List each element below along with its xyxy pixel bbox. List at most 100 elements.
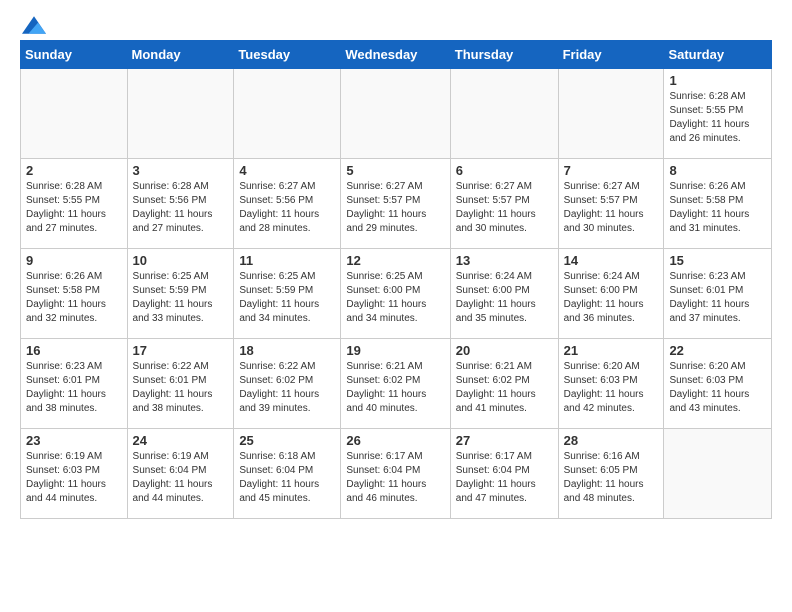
- calendar-day-cell: 28 Sunrise: 6:16 AM Sunset: 6:05 PM Dayli…: [558, 429, 664, 519]
- day-info: Sunrise: 6:18 AM Sunset: 6:04 PM Dayligh…: [239, 450, 335, 506]
- calendar-week-row: 23 Sunrise: 6:19 AM Sunset: 6:03 PM Dayli…: [21, 429, 772, 519]
- day-info: Sunrise: 6:27 AM Sunset: 5:57 PM Dayligh…: [346, 180, 444, 236]
- day-info: Sunrise: 6:24 AM Sunset: 6:00 PM Dayligh…: [564, 270, 659, 326]
- day-number: 24: [133, 433, 229, 448]
- day-number: 22: [669, 343, 766, 358]
- calendar-day-cell: 18Sunrise: 6:22 AM Sunset: 6:02 PM Dayli…: [234, 339, 341, 429]
- calendar-day-cell: 13 Sunrise: 6:24 AM Sunset: 6:00 PM Dayli…: [450, 249, 558, 339]
- weekday-header: Monday: [127, 41, 234, 69]
- calendar-day-cell: [341, 69, 450, 159]
- day-number: 2: [26, 163, 122, 178]
- day-info: Sunrise: 6:28 AM Sunset: 5:55 PM Dayligh…: [26, 180, 122, 236]
- day-number: 6: [456, 163, 553, 178]
- day-info: Sunrise: 6:24 AM Sunset: 6:00 PM Dayligh…: [456, 270, 553, 326]
- day-info: Sunrise: 6:25 AM Sunset: 5:59 PM Dayligh…: [239, 270, 335, 326]
- day-info: Sunrise: 6:26 AM Sunset: 5:58 PM Dayligh…: [26, 270, 122, 326]
- calendar-day-cell: 9 Sunrise: 6:26 AM Sunset: 5:58 PM Daylig…: [21, 249, 128, 339]
- calendar-week-row: 1 Sunrise: 6:28 AM Sunset: 5:55 PM Daylig…: [21, 69, 772, 159]
- day-info: Sunrise: 6:25 AM Sunset: 5:59 PM Dayligh…: [133, 270, 229, 326]
- calendar-day-cell: 21Sunrise: 6:20 AM Sunset: 6:03 PM Dayli…: [558, 339, 664, 429]
- calendar: SundayMondayTuesdayWednesdayThursdayFrid…: [20, 40, 772, 519]
- logo-icon: [22, 16, 46, 34]
- calendar-day-cell: 3Sunrise: 6:28 AM Sunset: 5:56 PM Daylig…: [127, 159, 234, 249]
- calendar-day-cell: 6 Sunrise: 6:27 AM Sunset: 5:57 PM Daylig…: [450, 159, 558, 249]
- day-number: 1: [669, 73, 766, 88]
- day-info: Sunrise: 6:23 AM Sunset: 6:01 PM Dayligh…: [669, 270, 766, 326]
- day-number: 8: [669, 163, 766, 178]
- calendar-day-cell: 4 Sunrise: 6:27 AM Sunset: 5:56 PM Daylig…: [234, 159, 341, 249]
- calendar-day-cell: 24 Sunrise: 6:19 AM Sunset: 6:04 PM Dayli…: [127, 429, 234, 519]
- day-number: 15: [669, 253, 766, 268]
- day-number: 27: [456, 433, 553, 448]
- day-number: 9: [26, 253, 122, 268]
- calendar-day-cell: [234, 69, 341, 159]
- day-number: 16: [26, 343, 122, 358]
- calendar-week-row: 2 Sunrise: 6:28 AM Sunset: 5:55 PM Daylig…: [21, 159, 772, 249]
- day-number: 17: [133, 343, 229, 358]
- calendar-day-cell: 27 Sunrise: 6:17 AM Sunset: 6:04 PM Dayli…: [450, 429, 558, 519]
- calendar-day-cell: 19 Sunrise: 6:21 AM Sunset: 6:02 PM Dayli…: [341, 339, 450, 429]
- day-info: Sunrise: 6:20 AM Sunset: 6:03 PM Dayligh…: [669, 360, 766, 416]
- day-info: Sunrise: 6:19 AM Sunset: 6:04 PM Dayligh…: [133, 450, 229, 506]
- calendar-day-cell: 8 Sunrise: 6:26 AM Sunset: 5:58 PM Daylig…: [664, 159, 772, 249]
- calendar-day-cell: 10 Sunrise: 6:25 AM Sunset: 5:59 PM Dayli…: [127, 249, 234, 339]
- day-number: 26: [346, 433, 444, 448]
- day-info: Sunrise: 6:27 AM Sunset: 5:57 PM Dayligh…: [564, 180, 659, 236]
- day-info: Sunrise: 6:28 AM Sunset: 5:55 PM Dayligh…: [669, 90, 766, 146]
- page: SundayMondayTuesdayWednesdayThursdayFrid…: [0, 0, 792, 535]
- day-number: 14: [564, 253, 659, 268]
- day-info: Sunrise: 6:21 AM Sunset: 6:02 PM Dayligh…: [456, 360, 553, 416]
- day-info: Sunrise: 6:17 AM Sunset: 6:04 PM Dayligh…: [346, 450, 444, 506]
- weekday-header: Sunday: [21, 41, 128, 69]
- day-number: 25: [239, 433, 335, 448]
- day-number: 19: [346, 343, 444, 358]
- calendar-day-cell: 1 Sunrise: 6:28 AM Sunset: 5:55 PM Daylig…: [664, 69, 772, 159]
- day-number: 21: [564, 343, 659, 358]
- weekday-header: Saturday: [664, 41, 772, 69]
- day-number: 3: [133, 163, 229, 178]
- calendar-day-cell: 5 Sunrise: 6:27 AM Sunset: 5:57 PM Daylig…: [341, 159, 450, 249]
- day-info: Sunrise: 6:25 AM Sunset: 6:00 PM Dayligh…: [346, 270, 444, 326]
- calendar-day-cell: 25 Sunrise: 6:18 AM Sunset: 6:04 PM Dayli…: [234, 429, 341, 519]
- calendar-week-row: 16 Sunrise: 6:23 AM Sunset: 6:01 PM Dayli…: [21, 339, 772, 429]
- day-number: 4: [239, 163, 335, 178]
- calendar-day-cell: 12 Sunrise: 6:25 AM Sunset: 6:00 PM Dayli…: [341, 249, 450, 339]
- weekday-header: Wednesday: [341, 41, 450, 69]
- day-number: 13: [456, 253, 553, 268]
- weekday-header: Tuesday: [234, 41, 341, 69]
- calendar-week-row: 9 Sunrise: 6:26 AM Sunset: 5:58 PM Daylig…: [21, 249, 772, 339]
- day-number: 23: [26, 433, 122, 448]
- day-info: Sunrise: 6:19 AM Sunset: 6:03 PM Dayligh…: [26, 450, 122, 506]
- calendar-day-cell: 26 Sunrise: 6:17 AM Sunset: 6:04 PM Dayli…: [341, 429, 450, 519]
- calendar-day-cell: 2 Sunrise: 6:28 AM Sunset: 5:55 PM Daylig…: [21, 159, 128, 249]
- weekday-header: Friday: [558, 41, 664, 69]
- calendar-day-cell: 23 Sunrise: 6:19 AM Sunset: 6:03 PM Dayli…: [21, 429, 128, 519]
- calendar-day-cell: 17 Sunrise: 6:22 AM Sunset: 6:01 PM Dayli…: [127, 339, 234, 429]
- calendar-day-cell: 11 Sunrise: 6:25 AM Sunset: 5:59 PM Dayli…: [234, 249, 341, 339]
- calendar-day-cell: [664, 429, 772, 519]
- day-info: Sunrise: 6:23 AM Sunset: 6:01 PM Dayligh…: [26, 360, 122, 416]
- calendar-day-cell: [21, 69, 128, 159]
- day-number: 12: [346, 253, 444, 268]
- day-info: Sunrise: 6:22 AM Sunset: 6:01 PM Dayligh…: [133, 360, 229, 416]
- day-number: 18: [239, 343, 335, 358]
- day-info: Sunrise: 6:26 AM Sunset: 5:58 PM Dayligh…: [669, 180, 766, 236]
- day-info: Sunrise: 6:27 AM Sunset: 5:56 PM Dayligh…: [239, 180, 335, 236]
- calendar-day-cell: 22 Sunrise: 6:20 AM Sunset: 6:03 PM Dayli…: [664, 339, 772, 429]
- day-number: 5: [346, 163, 444, 178]
- calendar-header-row: SundayMondayTuesdayWednesdayThursdayFrid…: [21, 41, 772, 69]
- day-info: Sunrise: 6:21 AM Sunset: 6:02 PM Dayligh…: [346, 360, 444, 416]
- day-number: 28: [564, 433, 659, 448]
- day-info: Sunrise: 6:27 AM Sunset: 5:57 PM Dayligh…: [456, 180, 553, 236]
- calendar-day-cell: 15 Sunrise: 6:23 AM Sunset: 6:01 PM Dayli…: [664, 249, 772, 339]
- day-number: 10: [133, 253, 229, 268]
- weekday-header: Thursday: [450, 41, 558, 69]
- logo-text: [20, 16, 46, 34]
- day-info: Sunrise: 6:16 AM Sunset: 6:05 PM Dayligh…: [564, 450, 659, 506]
- day-number: 11: [239, 253, 335, 268]
- day-info: Sunrise: 6:17 AM Sunset: 6:04 PM Dayligh…: [456, 450, 553, 506]
- calendar-day-cell: [127, 69, 234, 159]
- day-number: 20: [456, 343, 553, 358]
- calendar-day-cell: [558, 69, 664, 159]
- calendar-day-cell: 7Sunrise: 6:27 AM Sunset: 5:57 PM Daylig…: [558, 159, 664, 249]
